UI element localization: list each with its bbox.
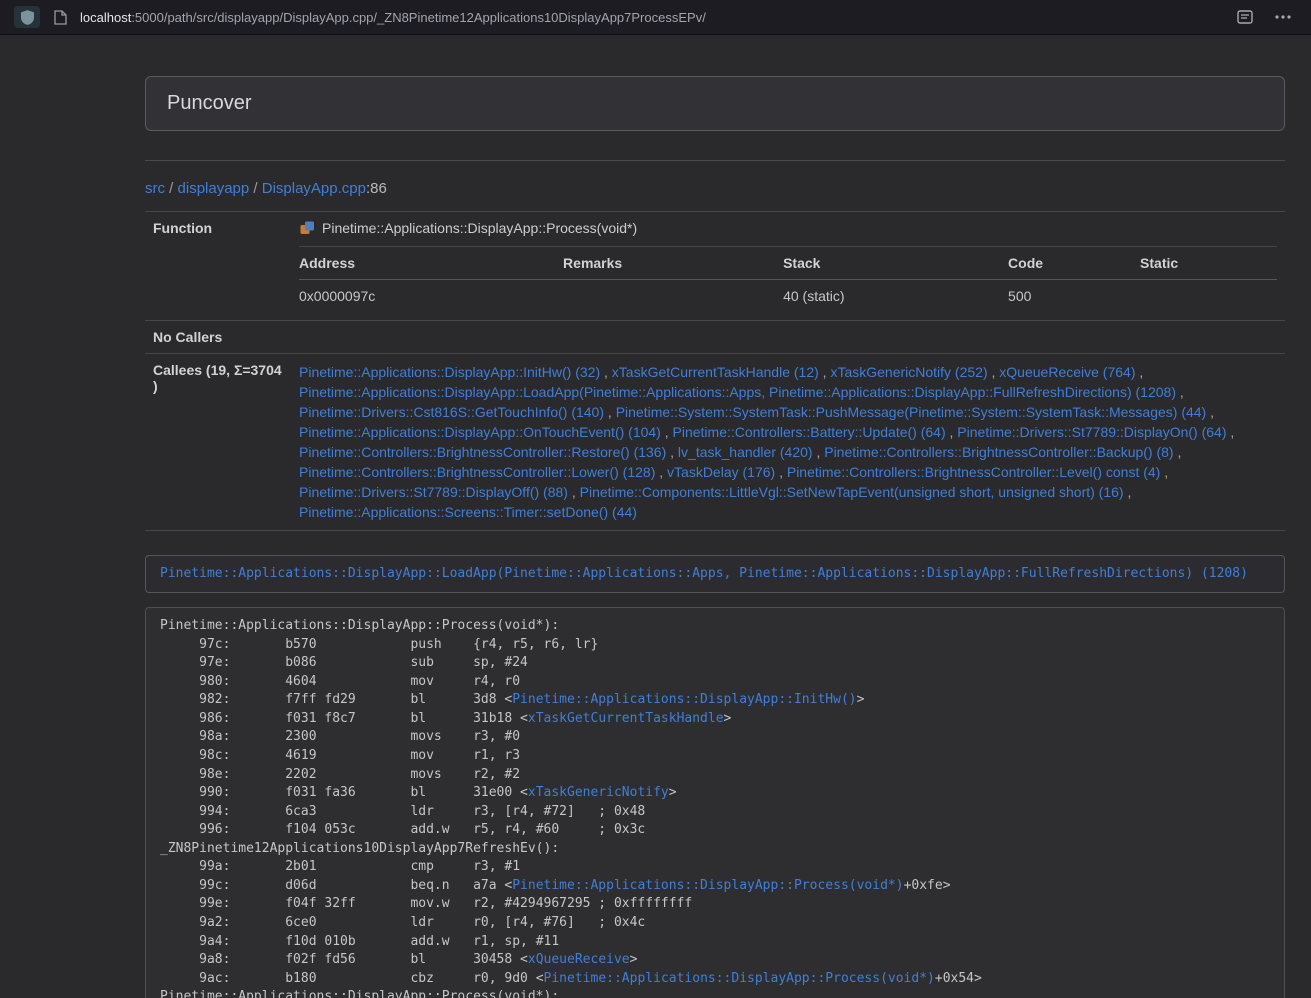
function-label: Function [145,212,291,321]
selected-callee-panel: Pinetime::Applications::DisplayApp::Load… [145,555,1285,593]
callee-separator: , [775,464,787,480]
no-callers-cell [291,321,1285,354]
callee-separator: , [666,444,678,460]
callee-separator: , [1176,384,1184,400]
callee-link[interactable]: lv_task_handler (420) [678,444,813,460]
callee-link[interactable]: xTaskGenericNotify (252) [830,364,987,380]
breadcrumb-links: src / displayapp / DisplayApp.cpp [145,180,366,197]
breadcrumb-separator: / [165,180,178,197]
callee-link[interactable]: Pinetime::Drivers::St7789::DisplayOff() … [299,484,568,500]
function-icon [299,220,315,236]
function-stats-row: 0x0000097c 40 (static) 500 [299,280,1277,313]
callee-link[interactable]: Pinetime::Controllers::BrightnessControl… [299,464,655,480]
callee-separator: , [1227,424,1235,440]
assembly-symbol-link[interactable]: xTaskGenericNotify [528,785,669,800]
url-host: localhost [80,10,131,25]
column-header-static: Static [1140,247,1277,280]
callee-separator: , [1160,464,1168,480]
callees-label: Callees (19, Σ=3704 ) [145,354,291,531]
callee-link[interactable]: vTaskDelay (176) [667,464,775,480]
breadcrumb-link[interactable]: DisplayApp.cpp [262,180,366,197]
callee-link[interactable]: Pinetime::Applications::DisplayApp::Load… [299,384,1176,400]
url-path: :5000/path/src/displayapp/DisplayApp.cpp… [131,10,706,25]
shield-icon[interactable] [14,6,40,28]
callee-link[interactable]: Pinetime::Controllers::BrightnessControl… [787,464,1160,480]
url-bar[interactable]: localhost:5000/path/src/displayapp/Displ… [80,10,1221,25]
no-callers-row: No Callers [145,321,1285,354]
callee-link[interactable]: Pinetime::Applications::DisplayApp::OnTo… [299,424,661,440]
shield-glyph [21,10,34,25]
callee-separator: , [946,424,958,440]
callees-cell: Pinetime::Applications::DisplayApp::Init… [291,354,1285,531]
app-header: Puncover [145,76,1285,131]
callee-separator: , [600,364,612,380]
header-divider [145,160,1285,161]
page-container: Puncover src / displayapp / DisplayApp.c… [145,35,1285,998]
assembly-symbol-link[interactable]: xTaskGetCurrentTaskHandle [528,711,724,726]
callee-link[interactable]: Pinetime::Drivers::St7789::DisplayOn() (… [957,424,1226,440]
callee-separator: , [661,424,673,440]
callee-separator: , [1135,364,1143,380]
callee-separator: , [1124,484,1132,500]
assembly-symbol-link[interactable]: Pinetime::Applications::DisplayApp::Proc… [512,878,903,893]
function-table: Function Pinetime::Applications::Display… [145,211,1285,531]
browser-toolbar: localhost:5000/path/src/displayapp/Displ… [0,0,1311,35]
column-header-stack: Stack [783,247,1008,280]
callees-row: Callees (19, Σ=3704 ) Pinetime::Applicat… [145,354,1285,531]
breadcrumb-separator: / [249,180,262,197]
assembly-code: Pinetime::Applications::DisplayApp::Proc… [145,607,1285,998]
callee-link[interactable]: Pinetime::Drivers::Cst816S::GetTouchInfo… [299,404,604,420]
callee-link[interactable]: Pinetime::Applications::DisplayApp::Init… [299,364,600,380]
function-row: Function Pinetime::Applications::Display… [145,212,1285,321]
document-glyph [54,10,67,25]
static-cell [1140,280,1277,313]
remarks-cell [563,280,783,313]
stack-cell: 40 (static) [783,280,1008,313]
code-cell: 500 [1008,280,1140,313]
callee-link[interactable]: Pinetime::Applications::Screens::Timer::… [299,504,637,520]
function-name: Pinetime::Applications::DisplayApp::Proc… [322,220,637,236]
assembly-symbol-link[interactable]: xQueueReceive [528,952,630,967]
callee-link[interactable]: Pinetime::Components::LittleVgl::SetNewT… [580,484,1124,500]
assembly-symbol-link[interactable]: Pinetime::Applications::DisplayApp::Proc… [544,971,935,986]
callee-link[interactable]: Pinetime::Controllers::Battery::Update()… [673,424,946,440]
callee-separator: , [988,364,1000,380]
callee-link[interactable]: Pinetime::Controllers::BrightnessControl… [824,444,1173,460]
callee-link[interactable]: xTaskGetCurrentTaskHandle (12) [612,364,819,380]
overflow-menu-icon[interactable] [1269,4,1297,30]
callee-separator: , [604,404,616,420]
assembly-symbol-link[interactable]: Pinetime::Applications::DisplayApp::Init… [512,692,856,707]
breadcrumb-link[interactable]: displayapp [178,180,250,197]
column-header-code: Code [1008,247,1140,280]
page-icon[interactable] [50,4,70,30]
function-stats-table: Address Remarks Stack Code Static 0x0000… [299,246,1277,312]
column-header-remarks: Remarks [563,247,783,280]
column-header-address: Address [299,247,563,280]
reader-mode-icon[interactable] [1231,4,1259,30]
callee-separator: , [568,484,580,500]
page-title: Puncover [167,92,252,115]
callee-link[interactable]: Pinetime::Controllers::BrightnessControl… [299,444,666,460]
callee-separator: , [1206,404,1214,420]
callee-link[interactable]: Pinetime::System::SystemTask::PushMessag… [616,404,1207,420]
callee-separator: , [819,364,831,380]
breadcrumb-line-number: :86 [366,180,387,197]
reader-glyph [1237,10,1253,24]
callee-separator: , [813,444,825,460]
callee-link[interactable]: xQueueReceive (764) [999,364,1135,380]
ellipsis-glyph [1275,15,1291,19]
breadcrumb: src / displayapp / DisplayApp.cpp:86 [145,180,1285,197]
breadcrumb-link[interactable]: src [145,180,165,197]
no-callers-label: No Callers [145,321,291,354]
selected-callee-link[interactable]: Pinetime::Applications::DisplayApp::Load… [160,566,1248,581]
callee-separator: , [655,464,667,480]
callee-separator: , [1174,444,1182,460]
address-cell: 0x0000097c [299,280,563,313]
